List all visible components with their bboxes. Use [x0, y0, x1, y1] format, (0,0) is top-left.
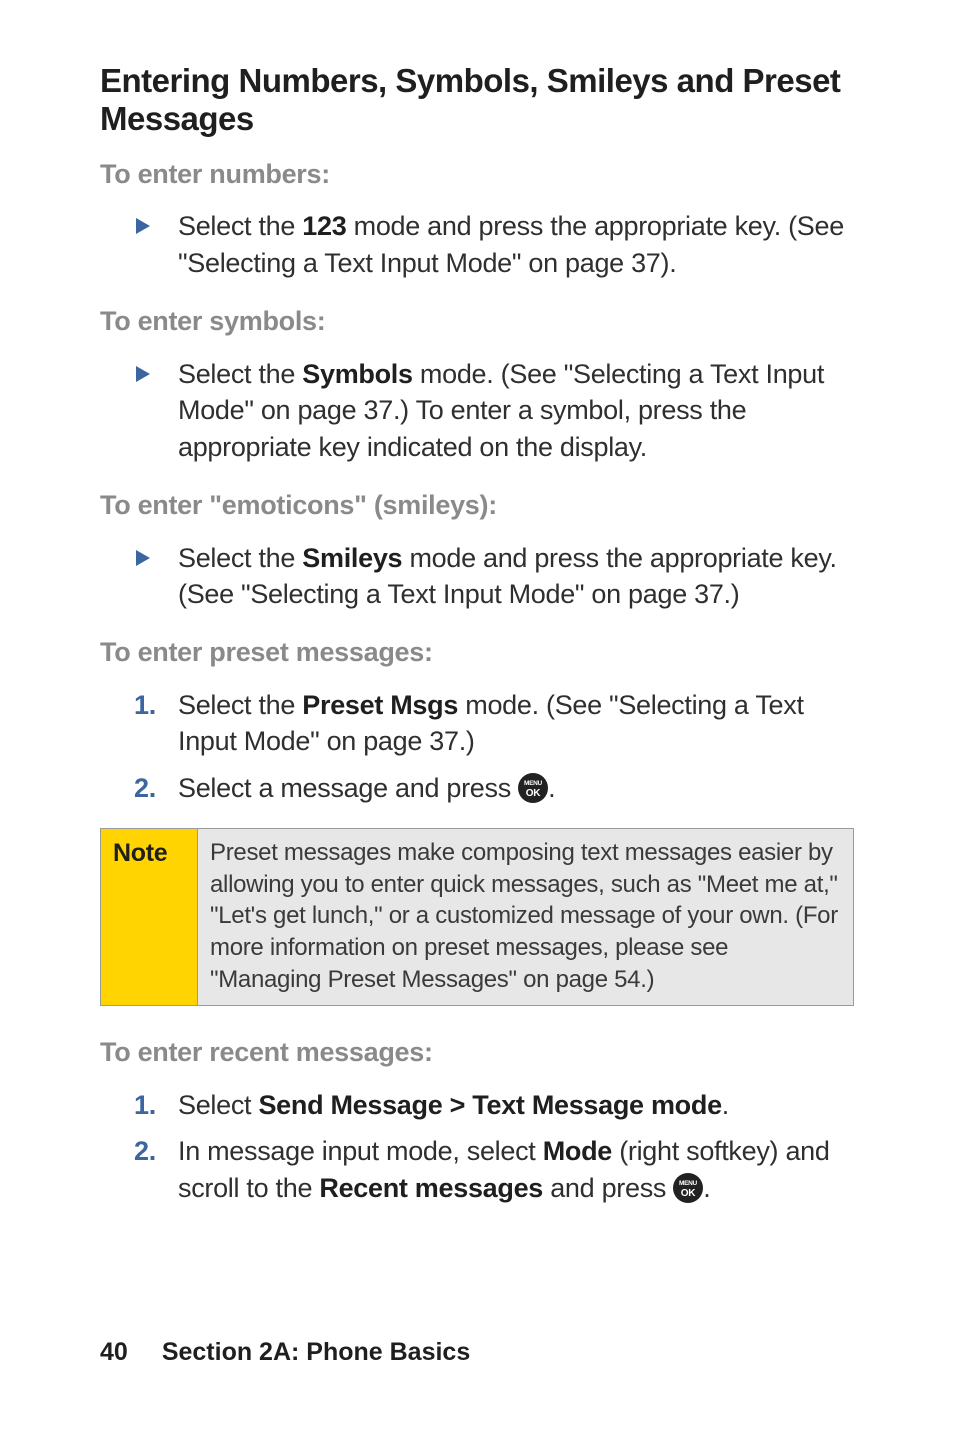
- text: .: [722, 1090, 729, 1120]
- note-box: Note Preset messages make composing text…: [100, 828, 854, 1006]
- text: Select the: [178, 211, 302, 241]
- term-send-message: Send Message > Text Message mode: [258, 1090, 721, 1120]
- svg-text:MENU: MENU: [679, 1180, 698, 1187]
- term-smileys: Smileys: [302, 543, 402, 573]
- note-body: Preset messages make composing text mess…: [198, 829, 854, 1006]
- page-number: 40: [100, 1338, 128, 1366]
- list-item: Select the 123 mode and press the approp…: [178, 208, 854, 281]
- note-label: Note: [101, 829, 198, 1006]
- text: .: [703, 1173, 710, 1203]
- list-emoticons: Select the Smileys mode and press the ap…: [100, 540, 854, 613]
- list-item: Select Send Message > Text Message mode.: [178, 1087, 854, 1123]
- list-preset: Select the Preset Msgs mode. (See "Selec…: [100, 687, 854, 806]
- section-heading: Entering Numbers, Symbols, Smileys and P…: [100, 62, 854, 138]
- menu-ok-icon: MENU OK: [518, 773, 548, 803]
- lead-emoticons: To enter "emoticons" (smileys):: [100, 487, 854, 523]
- lead-recent: To enter recent messages:: [100, 1034, 854, 1070]
- list-item: Select a message and press MENU OK .: [178, 770, 854, 806]
- page-footer: 40 Section 2A: Phone Basics: [100, 1338, 470, 1367]
- list-item: Select the Smileys mode and press the ap…: [178, 540, 854, 613]
- text: Select a message and press: [178, 773, 518, 803]
- text: .: [548, 773, 555, 803]
- term-preset-msgs: Preset Msgs: [302, 690, 458, 720]
- term-symbols: Symbols: [302, 359, 412, 389]
- term-123: 123: [302, 211, 346, 241]
- icon-label-top: MENU: [524, 780, 543, 787]
- text: and press: [543, 1173, 673, 1203]
- list-recent: Select Send Message > Text Message mode.…: [100, 1087, 854, 1206]
- list-symbols: Select the Symbols mode. (See "Selecting…: [100, 356, 854, 465]
- lead-symbols: To enter symbols:: [100, 303, 854, 339]
- term-mode: Mode: [543, 1136, 612, 1166]
- list-numbers: Select the 123 mode and press the approp…: [100, 208, 854, 281]
- lead-numbers: To enter numbers:: [100, 156, 854, 192]
- list-item: Select the Symbols mode. (See "Selecting…: [178, 356, 854, 465]
- menu-ok-icon: MENU OK: [673, 1173, 703, 1203]
- lead-preset: To enter preset messages:: [100, 634, 854, 670]
- text: Select the: [178, 543, 302, 573]
- svg-text:OK: OK: [681, 1188, 696, 1199]
- text: Select the: [178, 359, 302, 389]
- term-recent-messages: Recent messages: [319, 1173, 543, 1203]
- section-label: Section 2A: Phone Basics: [162, 1338, 470, 1366]
- text: Select: [178, 1090, 258, 1120]
- list-item: In message input mode, select Mode (righ…: [178, 1133, 854, 1206]
- icon-label-bottom: OK: [526, 788, 541, 799]
- text: Select the: [178, 690, 302, 720]
- text: In message input mode, select: [178, 1136, 543, 1166]
- list-item: Select the Preset Msgs mode. (See "Selec…: [178, 687, 854, 760]
